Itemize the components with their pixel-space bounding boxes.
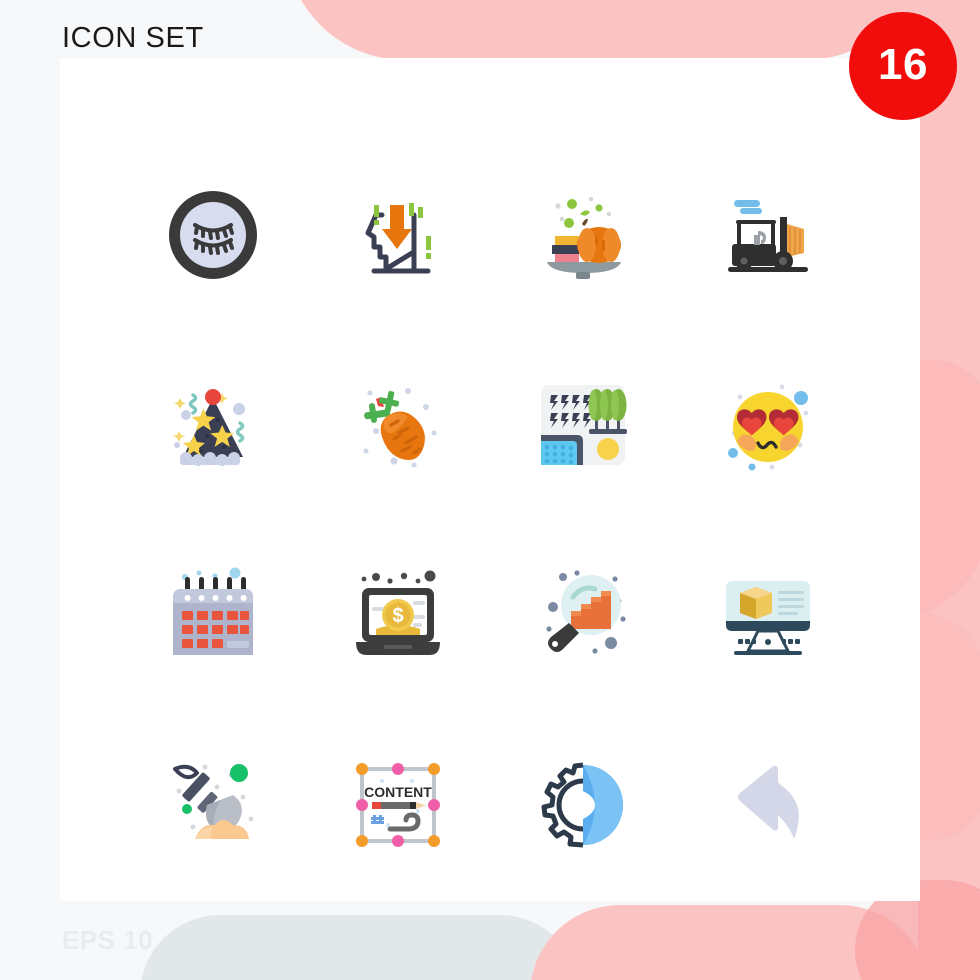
forklift-icon	[727, 200, 808, 272]
blob-bottom-gray	[140, 915, 580, 980]
icon-cell-laptop-money[interactable]: $	[305, 520, 490, 710]
party-hat-icon	[172, 389, 245, 466]
eps-format-label: EPS 10	[62, 925, 154, 955]
icon-grid: $ CONTENT	[120, 140, 860, 848]
laptop-money-icon: $	[355, 570, 440, 655]
magnifier-chart-icon	[545, 570, 626, 654]
content-label: CONTENT	[364, 784, 432, 800]
monitor-package-icon	[725, 581, 810, 655]
icon-cell-shovel-sand[interactable]	[120, 710, 305, 900]
icon-cell-magnifier-chart[interactable]	[490, 520, 675, 710]
shovel-sand-icon	[172, 764, 253, 839]
blob-top-right	[285, 0, 925, 60]
icon-cell-monitor-package[interactable]	[675, 520, 860, 710]
closed-eye-icon	[168, 191, 257, 279]
icon-cell-closed-eye[interactable]	[120, 140, 305, 330]
heart-eyes-emoji-icon	[727, 384, 808, 471]
calendar-icon	[172, 567, 253, 655]
carrot-icon	[363, 388, 436, 468]
icon-cell-gear-sphere[interactable]	[490, 710, 675, 900]
icon-cell-carrot[interactable]	[305, 330, 490, 520]
icon-cell-undo-arrow[interactable]	[675, 710, 860, 900]
pumpkin-plate-icon	[546, 196, 621, 279]
icon-cell-forklift[interactable]	[675, 140, 860, 330]
icon-count-value: 16	[878, 40, 928, 89]
undo-arrow-icon	[737, 765, 799, 839]
icon-cell-weather-landscape[interactable]	[490, 330, 675, 520]
icon-cell-heart-eyes-emoji[interactable]	[675, 330, 860, 520]
head-download-icon	[365, 203, 431, 274]
gear-sphere-icon	[541, 762, 623, 848]
blob-right-column	[918, 0, 980, 980]
icon-set-poster: ICON SET 16 EPS 10 $ CONTENT	[0, 0, 980, 980]
page-title: ICON SET	[62, 22, 204, 54]
icon-cell-content-edit[interactable]: CONTENT	[305, 710, 490, 900]
weather-landscape-icon	[540, 385, 627, 465]
icon-cell-head-download[interactable]	[305, 140, 490, 330]
icon-count-badge: 16	[849, 12, 957, 120]
icon-cell-pumpkin-plate[interactable]	[490, 140, 675, 330]
blob-bottom-pink	[530, 905, 930, 980]
content-edit-icon: CONTENT	[355, 763, 440, 847]
svg-text:$: $	[392, 605, 403, 627]
icon-cell-party-hat[interactable]	[120, 330, 305, 520]
icon-cell-calendar[interactable]	[120, 520, 305, 710]
